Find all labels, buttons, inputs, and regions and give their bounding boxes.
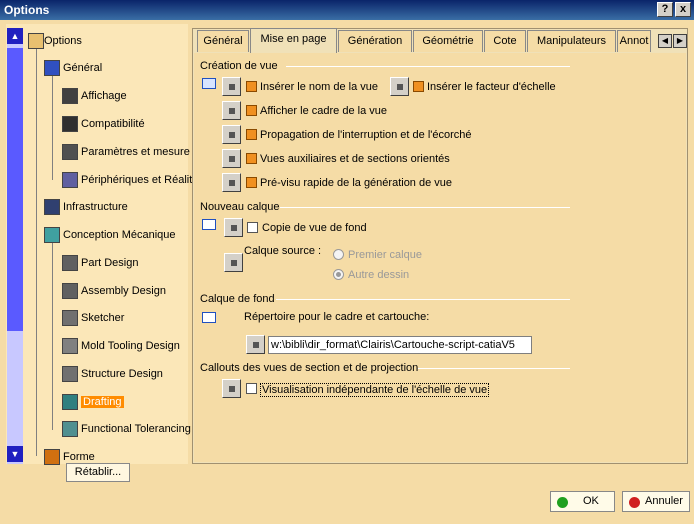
auxiliary-views-checkbox[interactable] xyxy=(246,153,257,164)
section-calque-title: Nouveau calque xyxy=(200,201,280,213)
cancel-label: Annuler xyxy=(645,495,683,507)
section-callouts-title: Callouts des vues de section et de proje… xyxy=(200,362,419,374)
ok-icon xyxy=(557,497,568,508)
tree-item-label: Général xyxy=(63,62,103,74)
lock-icon[interactable] xyxy=(222,173,241,192)
lock-icon[interactable] xyxy=(224,218,243,237)
tree-root-label: Options xyxy=(44,35,82,47)
view-frame-checkbox[interactable] xyxy=(246,105,257,116)
tab-manipulators[interactable]: Manipulateurs xyxy=(527,30,616,52)
mold-icon xyxy=(62,338,78,354)
tree-item-label: Compatibilité xyxy=(81,118,145,130)
tab-layout[interactable]: Mise en page xyxy=(250,28,337,53)
cancel-button[interactable]: Annuler xyxy=(622,491,690,512)
tree-item-label: Sketcher xyxy=(81,312,125,324)
lock-icon[interactable] xyxy=(222,149,241,168)
insert-view-name-checkbox[interactable] xyxy=(246,81,257,92)
lock-icon[interactable] xyxy=(222,379,241,398)
tab-geometry[interactable]: Géométrie xyxy=(413,30,483,52)
directory-label: Répertoire pour le cadre et cartouche: xyxy=(244,311,430,323)
mechanical-icon xyxy=(44,227,60,243)
restore-button[interactable]: Rétablir... xyxy=(66,463,130,482)
scroll-up-arrow-icon[interactable]: ▲ xyxy=(7,28,23,44)
other-drawing-radio[interactable] xyxy=(333,269,344,280)
tree-item-label: Paramètres et mesure xyxy=(81,146,190,158)
first-layer-label: Premier calque xyxy=(348,249,422,261)
compatibility-icon xyxy=(62,116,78,132)
independent-scale-checkbox[interactable] xyxy=(246,383,257,394)
copy-background-label: Copie de vue de fond xyxy=(262,222,367,234)
tree-item-label: Conception Mécanique xyxy=(63,229,176,241)
devices-icon xyxy=(62,172,78,188)
tree-item-label: Structure Design xyxy=(81,368,163,380)
section-creation-title: Création de vue xyxy=(200,60,278,72)
lock-icon[interactable] xyxy=(222,77,241,96)
tree-item-label: Infrastructure xyxy=(63,201,128,213)
independent-scale-label: Visualisation indépendante de l'échelle … xyxy=(260,383,490,397)
first-layer-radio[interactable] xyxy=(333,249,344,260)
window-title: Options xyxy=(4,3,50,17)
scroll-thumb[interactable] xyxy=(7,48,23,331)
general-icon xyxy=(44,60,60,76)
section-fond-title: Calque de fond xyxy=(200,293,275,305)
infrastructure-icon xyxy=(44,199,60,215)
drafting-icon xyxy=(62,394,78,410)
tab-general[interactable]: Général xyxy=(197,30,249,52)
options-icon xyxy=(28,33,44,49)
close-button[interactable]: x xyxy=(675,2,691,17)
tab-next-arrow-icon[interactable]: ▶ xyxy=(673,34,687,48)
insert-view-name-label: Insérer le nom de la vue xyxy=(260,81,379,93)
propagation-checkbox[interactable] xyxy=(246,129,257,140)
lock-icon[interactable] xyxy=(390,77,409,96)
tree-item-label: Assembly Design xyxy=(81,285,166,297)
shape-icon xyxy=(44,449,60,465)
quick-preview-checkbox[interactable] xyxy=(246,177,257,188)
part-design-icon xyxy=(62,255,78,271)
ok-label: OK xyxy=(583,495,599,507)
insert-scale-checkbox[interactable] xyxy=(413,81,424,92)
title-bar: Options ? x xyxy=(0,0,694,20)
tree-item-label: Functional Tolerancing xyxy=(81,423,191,435)
parameters-icon xyxy=(62,144,78,160)
help-button[interactable]: ? xyxy=(657,2,673,17)
view-grid-icon xyxy=(202,78,216,89)
tolerancing-icon xyxy=(62,421,78,437)
tab-generation[interactable]: Génération xyxy=(338,30,412,52)
tree-item-label: Drafting xyxy=(81,396,124,408)
frame-icon xyxy=(202,312,216,323)
tree-item-label: Part Design xyxy=(81,257,139,269)
tab-prev-arrow-icon[interactable]: ◀ xyxy=(658,34,672,48)
other-drawing-label: Autre dessin xyxy=(348,269,410,281)
ok-button[interactable]: OK xyxy=(550,491,615,512)
copy-background-checkbox[interactable] xyxy=(247,222,258,233)
tree-scrollbar[interactable]: ▲ ▼ xyxy=(7,28,23,464)
lock-icon[interactable] xyxy=(224,253,243,272)
cancel-icon xyxy=(629,497,640,508)
directory-input[interactable]: w:\bibli\dir_format\Clairis\Cartouche-sc… xyxy=(268,336,532,354)
view-frame-label: Afficher le cadre de la vue xyxy=(260,105,387,117)
source-layer-label: Calque source : xyxy=(244,245,322,257)
tab-annotations[interactable]: Annot xyxy=(617,30,651,52)
sketcher-icon xyxy=(62,310,78,326)
tab-dimension[interactable]: Cote xyxy=(484,30,526,52)
lock-icon[interactable] xyxy=(222,101,241,120)
structure-icon xyxy=(62,366,78,382)
auxiliary-views-label: Vues auxiliaires et de sections orientés xyxy=(260,153,450,165)
display-icon xyxy=(62,88,78,104)
tree-item-label: Périphériques et Réalit xyxy=(81,174,193,186)
tree-item-label: Mold Tooling Design xyxy=(81,340,180,352)
tree-item-label: Affichage xyxy=(81,90,127,102)
lock-icon[interactable] xyxy=(246,335,265,354)
insert-scale-label: Insérer le facteur d'échelle xyxy=(427,81,556,93)
lock-icon[interactable] xyxy=(222,125,241,144)
sheet-icon xyxy=(202,219,216,230)
tree-item-label: Forme xyxy=(63,451,95,463)
quick-preview-label: Pré-visu rapide de la génération de vue xyxy=(260,177,453,189)
propagation-label: Propagation de l'interruption et de l'éc… xyxy=(260,129,472,141)
assembly-icon xyxy=(62,283,78,299)
scroll-down-arrow-icon[interactable]: ▼ xyxy=(7,446,23,462)
